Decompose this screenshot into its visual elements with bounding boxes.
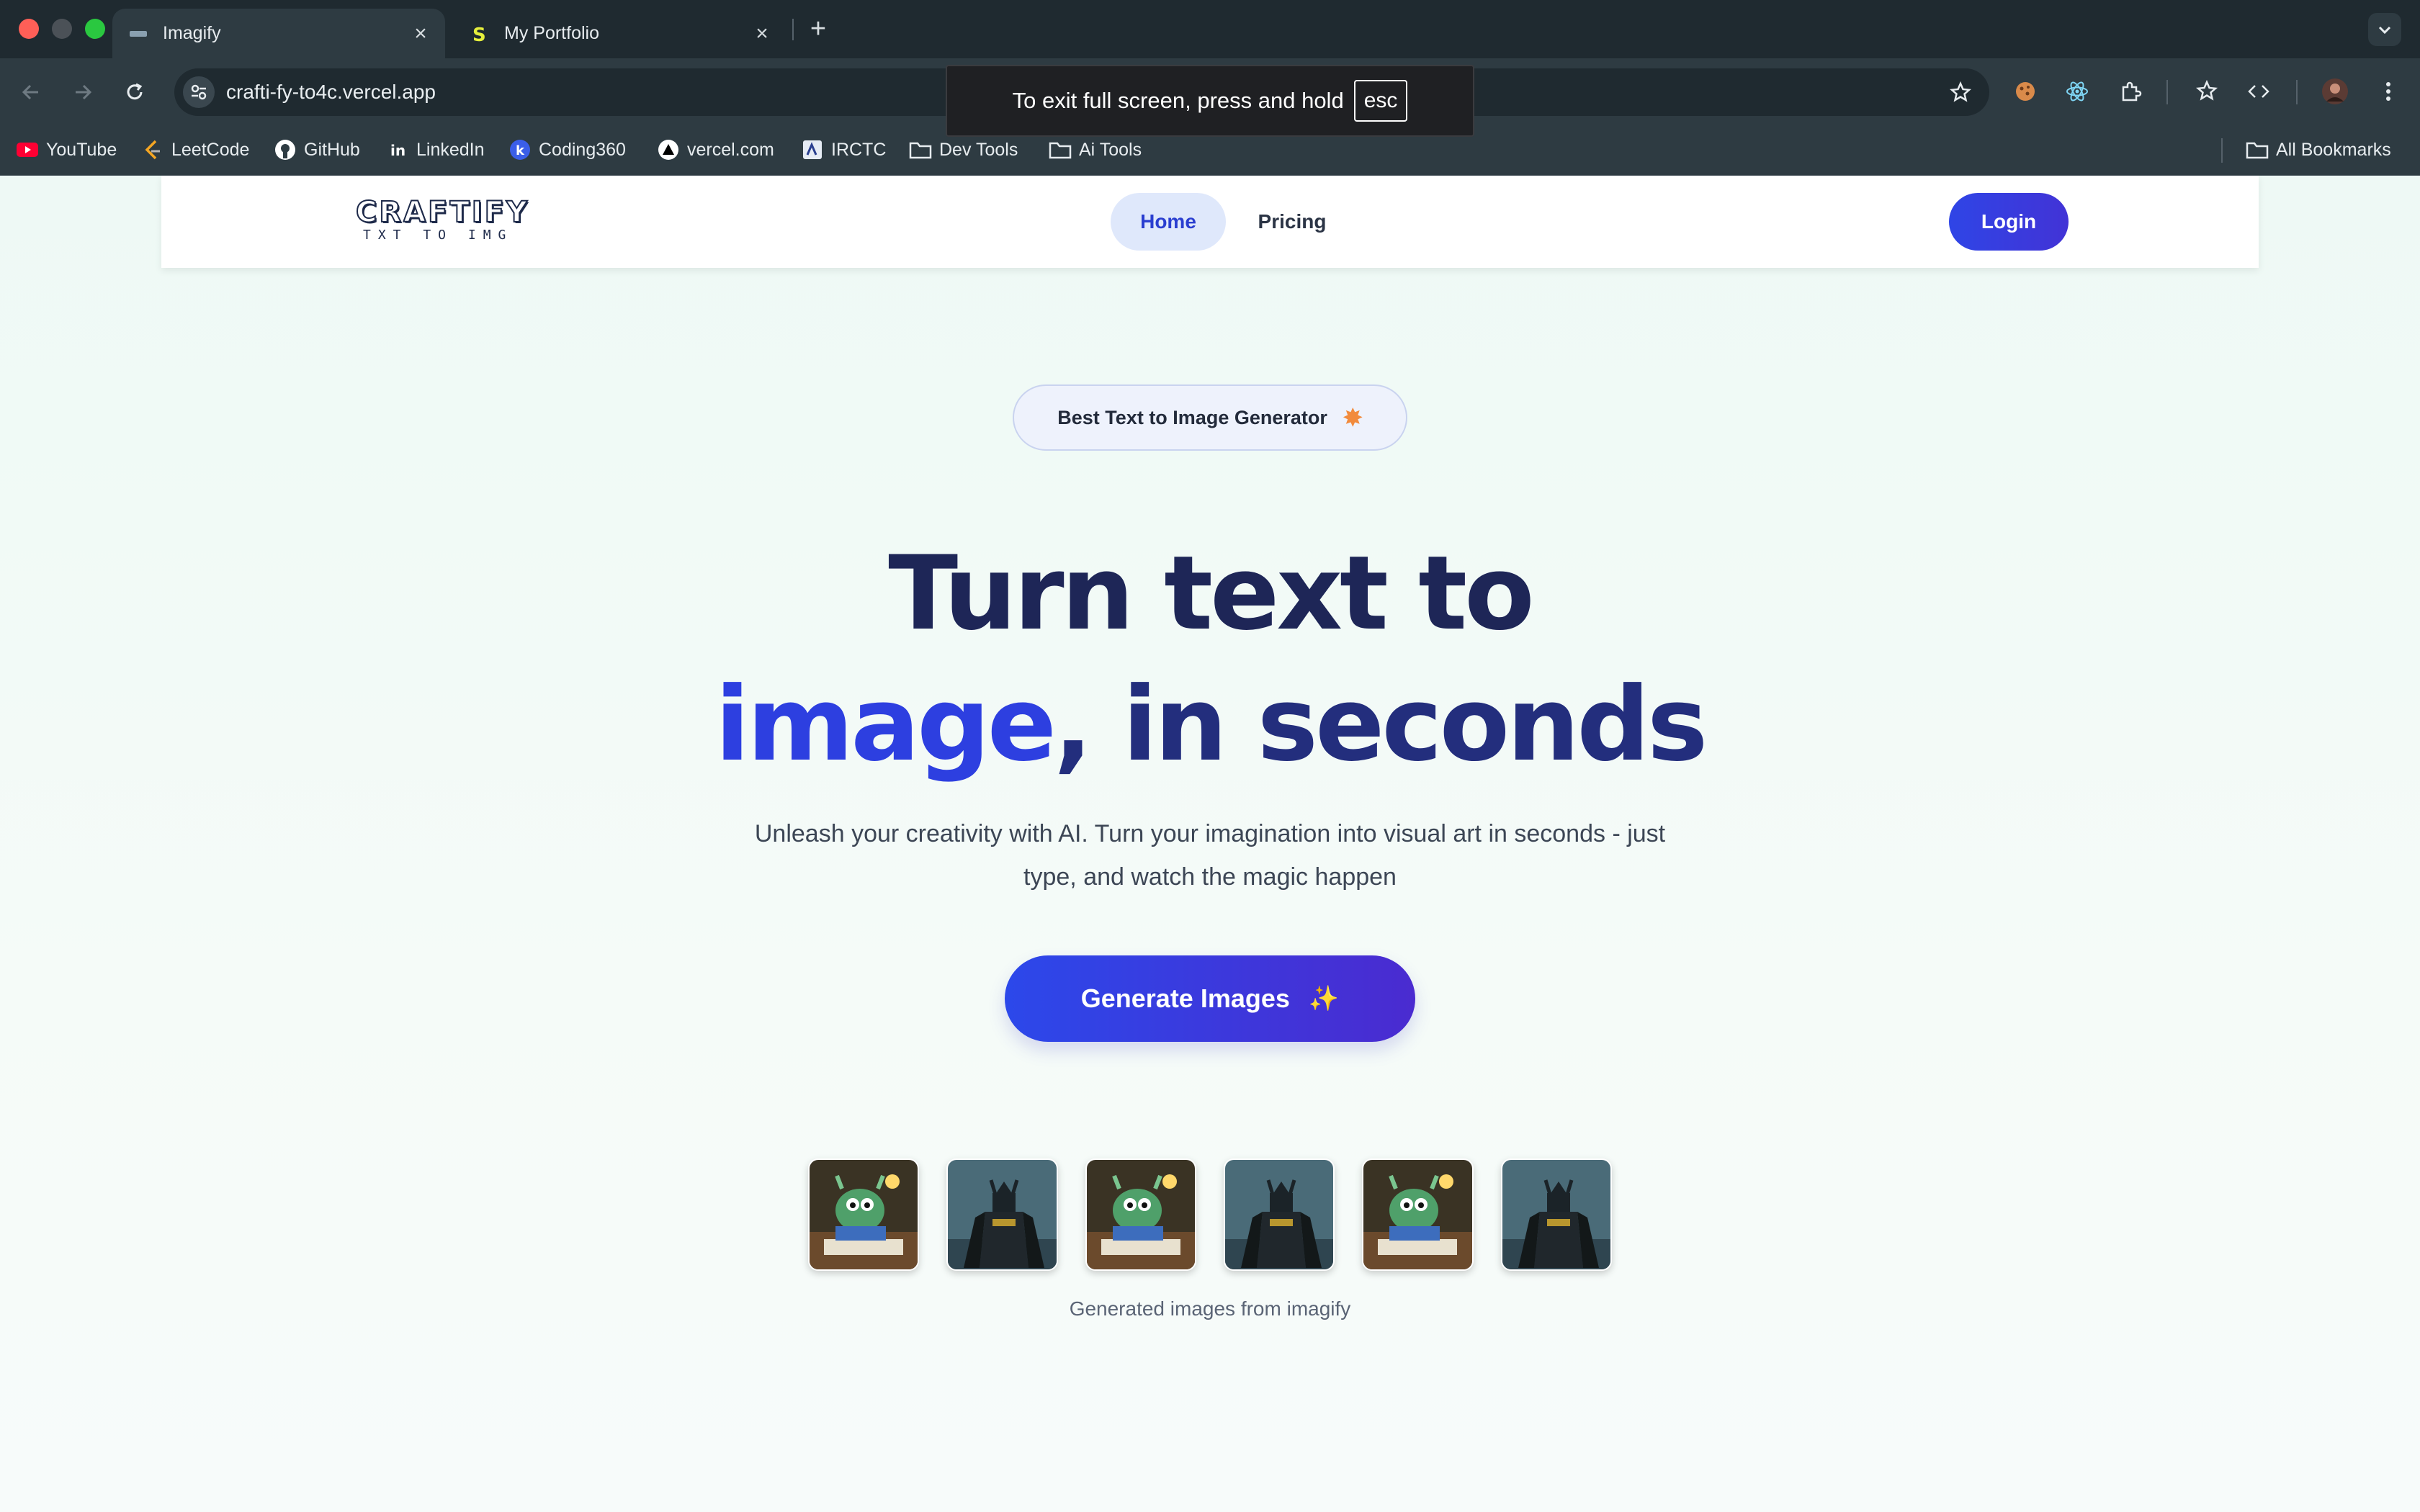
coding360-icon: k xyxy=(508,138,532,161)
new-tab-icon[interactable]: + xyxy=(802,13,834,45)
url-text: crafti-fy-to4c.vercel.app xyxy=(226,81,436,103)
hero-subtext: Unleash your creativity with AI. Turn yo… xyxy=(754,820,1666,891)
close-window-button[interactable] xyxy=(19,19,39,39)
toolbar-divider xyxy=(2166,80,2168,104)
bookmark-folder-ai-tools[interactable]: Ai Tools xyxy=(1049,135,1142,164)
profile-avatar-icon[interactable] xyxy=(2318,74,2352,109)
hero-line-2: image, in seconds xyxy=(0,660,2420,791)
esc-key-hint: esc xyxy=(1353,80,1408,122)
gallery-caption: Generated images from imagify xyxy=(1069,1297,1351,1320)
tab-title: My Portfolio xyxy=(504,23,599,43)
craftify-logo[interactable]: CRAFTIFY TXT TO IMG xyxy=(355,195,529,252)
svg-text:in: in xyxy=(390,142,405,159)
bookmark-label: IRCTC xyxy=(831,139,887,160)
irctc-icon xyxy=(801,138,824,161)
sample-image-monster[interactable] xyxy=(1085,1158,1196,1271)
hero-badge: Best Text to Image Generator ✸ xyxy=(1013,384,1407,451)
star-burst-icon: ✸ xyxy=(1343,405,1363,431)
all-bookmarks-folder[interactable]: All Bookmarks xyxy=(2246,135,2391,164)
sample-image-batman[interactable] xyxy=(1223,1158,1335,1271)
sample-image-monster[interactable] xyxy=(808,1158,920,1271)
reload-icon[interactable] xyxy=(118,76,151,109)
hero-heading: Turn text to image, in seconds xyxy=(0,528,2420,791)
close-tab-icon[interactable]: × xyxy=(405,18,436,50)
svg-text:S: S xyxy=(472,24,486,44)
generate-images-button[interactable]: Generate Images ✨ xyxy=(1005,955,1415,1042)
tab-search-button[interactable] xyxy=(2368,13,2401,46)
bookmark-star-icon[interactable] xyxy=(1945,76,1976,108)
minimize-window-button[interactable] xyxy=(52,19,72,39)
bookmark-leetcode[interactable]: LeetCode xyxy=(141,135,249,164)
logo-wordmark: CRAFTIFY xyxy=(355,195,529,230)
bookmark-github[interactable]: GitHub xyxy=(274,135,360,164)
sample-image-batman[interactable] xyxy=(1500,1158,1612,1271)
bookmark-label: Ai Tools xyxy=(1079,139,1142,160)
logo-tagline: TXT TO IMG xyxy=(363,228,514,243)
bookmark-label: LeetCode xyxy=(171,139,250,160)
bookmark-label: YouTube xyxy=(46,139,117,160)
bookmark-coding360[interactable]: k Coding360 xyxy=(508,135,626,164)
sample-image-monster[interactable] xyxy=(1362,1158,1474,1271)
hero-accent-word: image xyxy=(714,665,1057,784)
site-settings-icon[interactable] xyxy=(183,76,215,108)
s-favicon-icon: S xyxy=(470,24,490,44)
linkedin-icon: in xyxy=(386,138,409,161)
hero-line-1: Turn text to xyxy=(888,534,1534,653)
code-brackets-icon[interactable] xyxy=(2241,74,2276,109)
toolbar-divider xyxy=(2296,80,2298,104)
bookmark-vercel[interactable]: vercel.com xyxy=(657,135,774,164)
bookmark-label: LinkedIn xyxy=(416,139,485,160)
nav-home-link[interactable]: Home xyxy=(1111,193,1226,251)
github-icon xyxy=(274,138,297,161)
bookmark-irctc[interactable]: IRCTC xyxy=(801,135,886,164)
fullscreen-exit-notice: To exit full screen, press and hold esc xyxy=(946,65,1474,137)
extensions-puzzle-icon[interactable] xyxy=(2113,74,2148,109)
bookmark-folder-dev-tools[interactable]: Dev Tools xyxy=(909,135,1018,164)
tab-divider xyxy=(792,19,794,40)
cookie-extension-icon[interactable] xyxy=(2008,74,2043,109)
bookmark-label: vercel.com xyxy=(687,139,774,160)
sparkles-icon: ✨ xyxy=(1308,985,1340,1012)
forward-arrow-icon[interactable] xyxy=(66,76,99,109)
bookmarks-divider xyxy=(2221,138,2223,163)
youtube-icon xyxy=(16,138,39,161)
hero-line-2-rest: , in seconds xyxy=(1054,665,1708,784)
reading-list-star-icon[interactable] xyxy=(2190,74,2224,109)
sample-image-batman[interactable] xyxy=(946,1158,1058,1271)
bookmark-label: GitHub xyxy=(304,139,360,160)
nav-pricing-link[interactable]: Pricing xyxy=(1242,193,1343,251)
bookmark-label: Coding360 xyxy=(539,139,626,160)
chevron-down-icon xyxy=(2378,26,2391,35)
cta-label: Generate Images xyxy=(1080,984,1290,1013)
more-menu-icon[interactable] xyxy=(2371,74,2406,109)
page-content: CRAFTIFY TXT TO IMG Home Pricing Login B… xyxy=(0,176,2420,1512)
sample-gallery xyxy=(808,1158,1612,1271)
fullscreen-window-button[interactable] xyxy=(85,19,105,39)
leetcode-icon xyxy=(141,138,164,161)
back-arrow-icon[interactable] xyxy=(14,76,48,109)
react-devtools-icon[interactable] xyxy=(2060,74,2094,109)
bookmark-linkedin[interactable]: in LinkedIn xyxy=(386,135,485,164)
tab-title: Imagify xyxy=(163,23,221,43)
browser-tab-bar: Imagify × S My Portfolio × + xyxy=(0,0,2420,58)
bookmark-youtube[interactable]: YouTube xyxy=(16,135,117,164)
bookmark-label: All Bookmarks xyxy=(2276,139,2391,160)
tab-my-portfolio[interactable]: S My Portfolio × xyxy=(454,9,786,58)
close-tab-icon[interactable]: × xyxy=(746,18,778,50)
folder-icon xyxy=(1049,138,1072,161)
svg-text:k: k xyxy=(516,143,525,158)
tab-imagify[interactable]: Imagify × xyxy=(112,9,445,58)
folder-icon xyxy=(909,138,932,161)
badge-text: Best Text to Image Generator xyxy=(1057,406,1327,428)
bookmark-label: Dev Tools xyxy=(939,139,1018,160)
fullscreen-notice-text: To exit full screen, press and hold xyxy=(1012,88,1344,113)
login-button[interactable]: Login xyxy=(1949,193,2069,251)
vercel-icon xyxy=(657,138,680,161)
folder-icon xyxy=(2246,138,2269,161)
site-navbar: CRAFTIFY TXT TO IMG Home Pricing Login xyxy=(161,176,2259,268)
site-favicon-icon xyxy=(128,24,148,44)
